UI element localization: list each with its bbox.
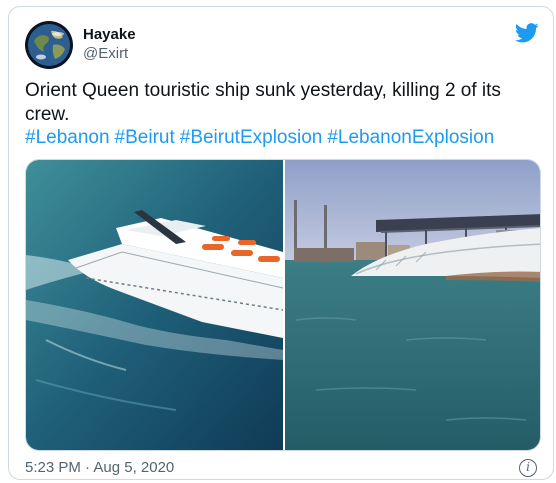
hashtag-link[interactable]: #Lebanon xyxy=(25,127,110,148)
twitter-bird-icon[interactable] xyxy=(515,23,539,43)
hashtag-link[interactable]: #LebanonExplosion xyxy=(327,127,494,148)
hashtag-row: #Lebanon #Beirut #BeirutExplosion #LebanonE… xyxy=(25,126,545,150)
capsized-ship-photo[interactable] xyxy=(285,160,541,451)
ship-at-sea-photo[interactable] xyxy=(26,160,284,451)
tweet-text: Orient Queen touristic ship sunk yesterd… xyxy=(25,80,501,125)
tweet-media[interactable] xyxy=(25,159,541,451)
info-icon[interactable]: i xyxy=(519,459,537,477)
author-name[interactable]: Hayake xyxy=(83,26,136,43)
hashtag-link[interactable]: #BeirutExplosion xyxy=(180,127,323,148)
media-images[interactable] xyxy=(26,160,541,451)
tweet-card[interactable]: Hayake @Exirt Orient Queen touristic shi… xyxy=(8,6,554,480)
tweet-timestamp[interactable]: 5:23 PM · Aug 5, 2020 xyxy=(25,459,174,476)
hashtag-link[interactable]: #Beirut xyxy=(115,127,175,148)
avatar[interactable] xyxy=(25,21,73,69)
author-handle[interactable]: @Exirt xyxy=(83,45,128,62)
